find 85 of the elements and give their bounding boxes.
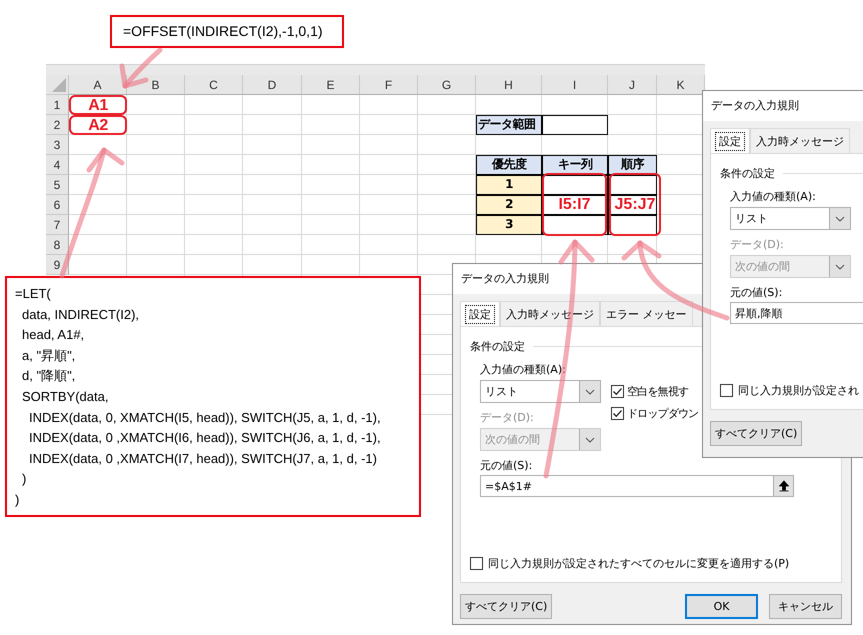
row-header[interactable]: 8	[46, 235, 69, 255]
column-header[interactable]: G	[418, 75, 476, 95]
empty-cell	[608, 215, 657, 235]
formula-line: SORTBY(data,	[21, 388, 108, 406]
checkbox[interactable]	[611, 384, 624, 398]
dialog-title: データの入力規則	[461, 272, 549, 285]
tab[interactable]: エラー メッセー	[600, 301, 692, 326]
column-header[interactable]: D	[243, 75, 302, 95]
column-header[interactable]: E	[302, 75, 360, 95]
field-label: 入力値の種類(A):	[730, 189, 817, 205]
row-header[interactable]: 2	[46, 115, 69, 135]
caret-icon	[585, 436, 595, 442]
formula-line: INDEX(data, 0 ,XMATCH(I6, head)), SWITCH(J6, a, 1, d, -1),	[28, 429, 381, 448]
formula-line: )	[21, 470, 26, 488]
column-header[interactable]: I	[542, 75, 608, 95]
input-field[interactable]: =$A$1#	[480, 475, 794, 497]
row-header[interactable]: 9	[46, 255, 69, 275]
triangle-icon	[52, 78, 66, 92]
field-label: 入力値の種類(A):	[480, 362, 567, 378]
table-header: キー列	[542, 155, 608, 175]
tab[interactable]: 設定	[460, 301, 500, 326]
tab[interactable]: 入力時メッセージ	[750, 128, 850, 153]
ok-button[interactable]: OK	[685, 594, 758, 619]
checkbox-label: 同じ入力規則が設定されたすべてのセルに変更を適用する(P)	[488, 556, 790, 570]
column-header[interactable]: C	[185, 75, 243, 95]
tab[interactable]: 設定	[710, 128, 750, 153]
input-field[interactable]: 昇順,降順	[730, 302, 863, 324]
row-header[interactable]: 5	[46, 175, 69, 195]
formula-line: data, INDIRECT(I2),	[21, 306, 140, 324]
formula-line: d, "降順",	[21, 367, 76, 386]
handwritten-annotation: J5:J7	[609, 173, 661, 236]
column-header[interactable]: B	[127, 75, 185, 95]
dialog-title: データの入力規則	[711, 99, 799, 112]
empty-cell	[608, 175, 657, 195]
range-select-button[interactable]	[773, 476, 793, 496]
checkbox[interactable]	[470, 556, 483, 570]
field-label: データ(D):	[480, 410, 535, 426]
tab[interactable]: 入力時メッセージ	[500, 301, 600, 326]
checkbox[interactable]	[720, 384, 733, 396]
field-label: 元の値(S):	[480, 458, 534, 474]
handwritten-annotation: I5:I7	[542, 173, 607, 236]
column-header[interactable]: K	[657, 75, 705, 95]
formula-line: a, "昇順",	[21, 346, 76, 365]
table-cell: データ範囲	[476, 115, 542, 135]
arrow	[120, 48, 162, 88]
clear-all-button[interactable]: すべてクリア(C)	[460, 594, 552, 619]
formula-line: INDEX(data, 0, XMATCH(I5, head)), SWITCH(J5, a, 1, d, -1),	[28, 408, 381, 427]
clear-all-button[interactable]: すべてクリア(C)	[710, 421, 802, 446]
formula-line: INDEX(data, 0 ,XMATCH(I7, head)), SWITCH(J7, a, 1, d, -1)	[28, 450, 377, 468]
column-header[interactable]: A	[69, 75, 127, 95]
caret-icon	[835, 264, 845, 270]
table-cell: 2	[476, 195, 542, 215]
formula-callout: =OFFSET(INDIRECT(I2),-1,0,1)	[110, 15, 344, 48]
table-header: 順序	[608, 155, 657, 175]
table-header: 優先度	[476, 155, 542, 175]
caret-icon	[835, 216, 845, 222]
caret-icon	[585, 388, 595, 394]
dropdown[interactable]: リスト	[730, 207, 851, 230]
formula-line: )	[15, 490, 20, 509]
row-header[interactable]: 3	[46, 135, 69, 155]
row-header[interactable]: 4	[46, 155, 69, 175]
column-header[interactable]: H	[476, 75, 542, 95]
checkbox-label: 空白を無視す	[627, 384, 688, 398]
cancel-button[interactable]: キャンセル	[769, 594, 842, 619]
up-arrow-icon	[778, 480, 788, 492]
table-cell: 3	[476, 215, 542, 235]
formula-line: =LET(	[15, 285, 51, 303]
field-label: データ(D):	[730, 237, 785, 253]
empty-cell	[608, 195, 657, 215]
row-header[interactable]: 1	[46, 95, 69, 115]
formula-line: head, A1#,	[21, 326, 84, 344]
checkbox-label: ドロップダウン	[627, 406, 698, 420]
checkbox-label: 同じ入力規則が設定され	[738, 382, 859, 398]
handwritten-annotation: A2	[69, 115, 127, 135]
row-header[interactable]: 6	[46, 195, 69, 215]
table-cell: 1	[476, 175, 542, 195]
section-title: 条件の設定	[720, 166, 775, 180]
handwritten-annotation: A1	[69, 95, 127, 115]
column-header[interactable]: F	[360, 75, 418, 95]
dropdown[interactable]: リスト	[480, 380, 601, 403]
row-header[interactable]: 7	[46, 215, 69, 235]
column-header[interactable]: J	[608, 75, 657, 95]
section-title: 条件の設定	[470, 338, 525, 354]
checkbox[interactable]	[611, 406, 624, 420]
field-label: 元の値(S):	[730, 285, 784, 301]
